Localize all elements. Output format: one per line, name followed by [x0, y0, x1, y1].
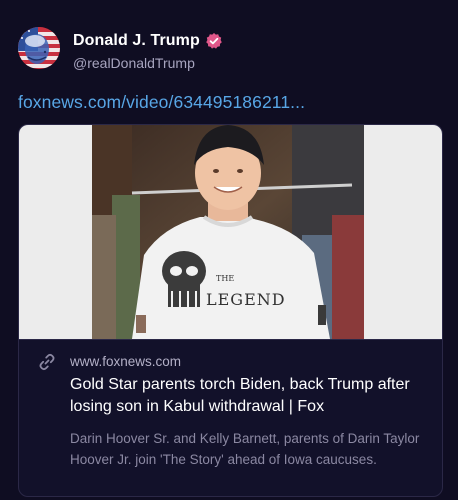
shirt-text: LEGEND — [206, 290, 286, 309]
link-chain-icon — [37, 352, 57, 372]
preview-photo: THE LEGEND — [92, 125, 364, 339]
display-name[interactable]: Donald J. Trump — [73, 32, 200, 50]
display-name-row: Donald J. Trump — [73, 32, 223, 50]
author-names: Donald J. Trump @realDonaldTrump — [73, 32, 223, 71]
post-link[interactable]: foxnews.com/video/634495186211... — [18, 92, 305, 113]
verified-badge-icon — [205, 32, 223, 50]
avatar[interactable] — [18, 27, 60, 69]
link-title[interactable]: Gold Star parents torch Biden, back Trum… — [70, 374, 430, 418]
link-description: Darin Hoover Sr. and Kelly Barnett, pare… — [70, 431, 420, 467]
shirt-small-text: THE — [216, 274, 234, 283]
link-preview-card[interactable]: THE LEGEND www.foxnews.com Gold Star par… — [18, 124, 443, 497]
author-handle[interactable]: @realDonaldTrump — [73, 55, 223, 71]
link-preview-details[interactable]: www.foxnews.com Gold Star parents torch … — [19, 339, 442, 496]
link-preview-image[interactable]: THE LEGEND — [19, 125, 442, 339]
link-domain: www.foxnews.com — [70, 354, 182, 369]
post-header: Donald J. Trump @realDonaldTrump — [18, 27, 223, 71]
